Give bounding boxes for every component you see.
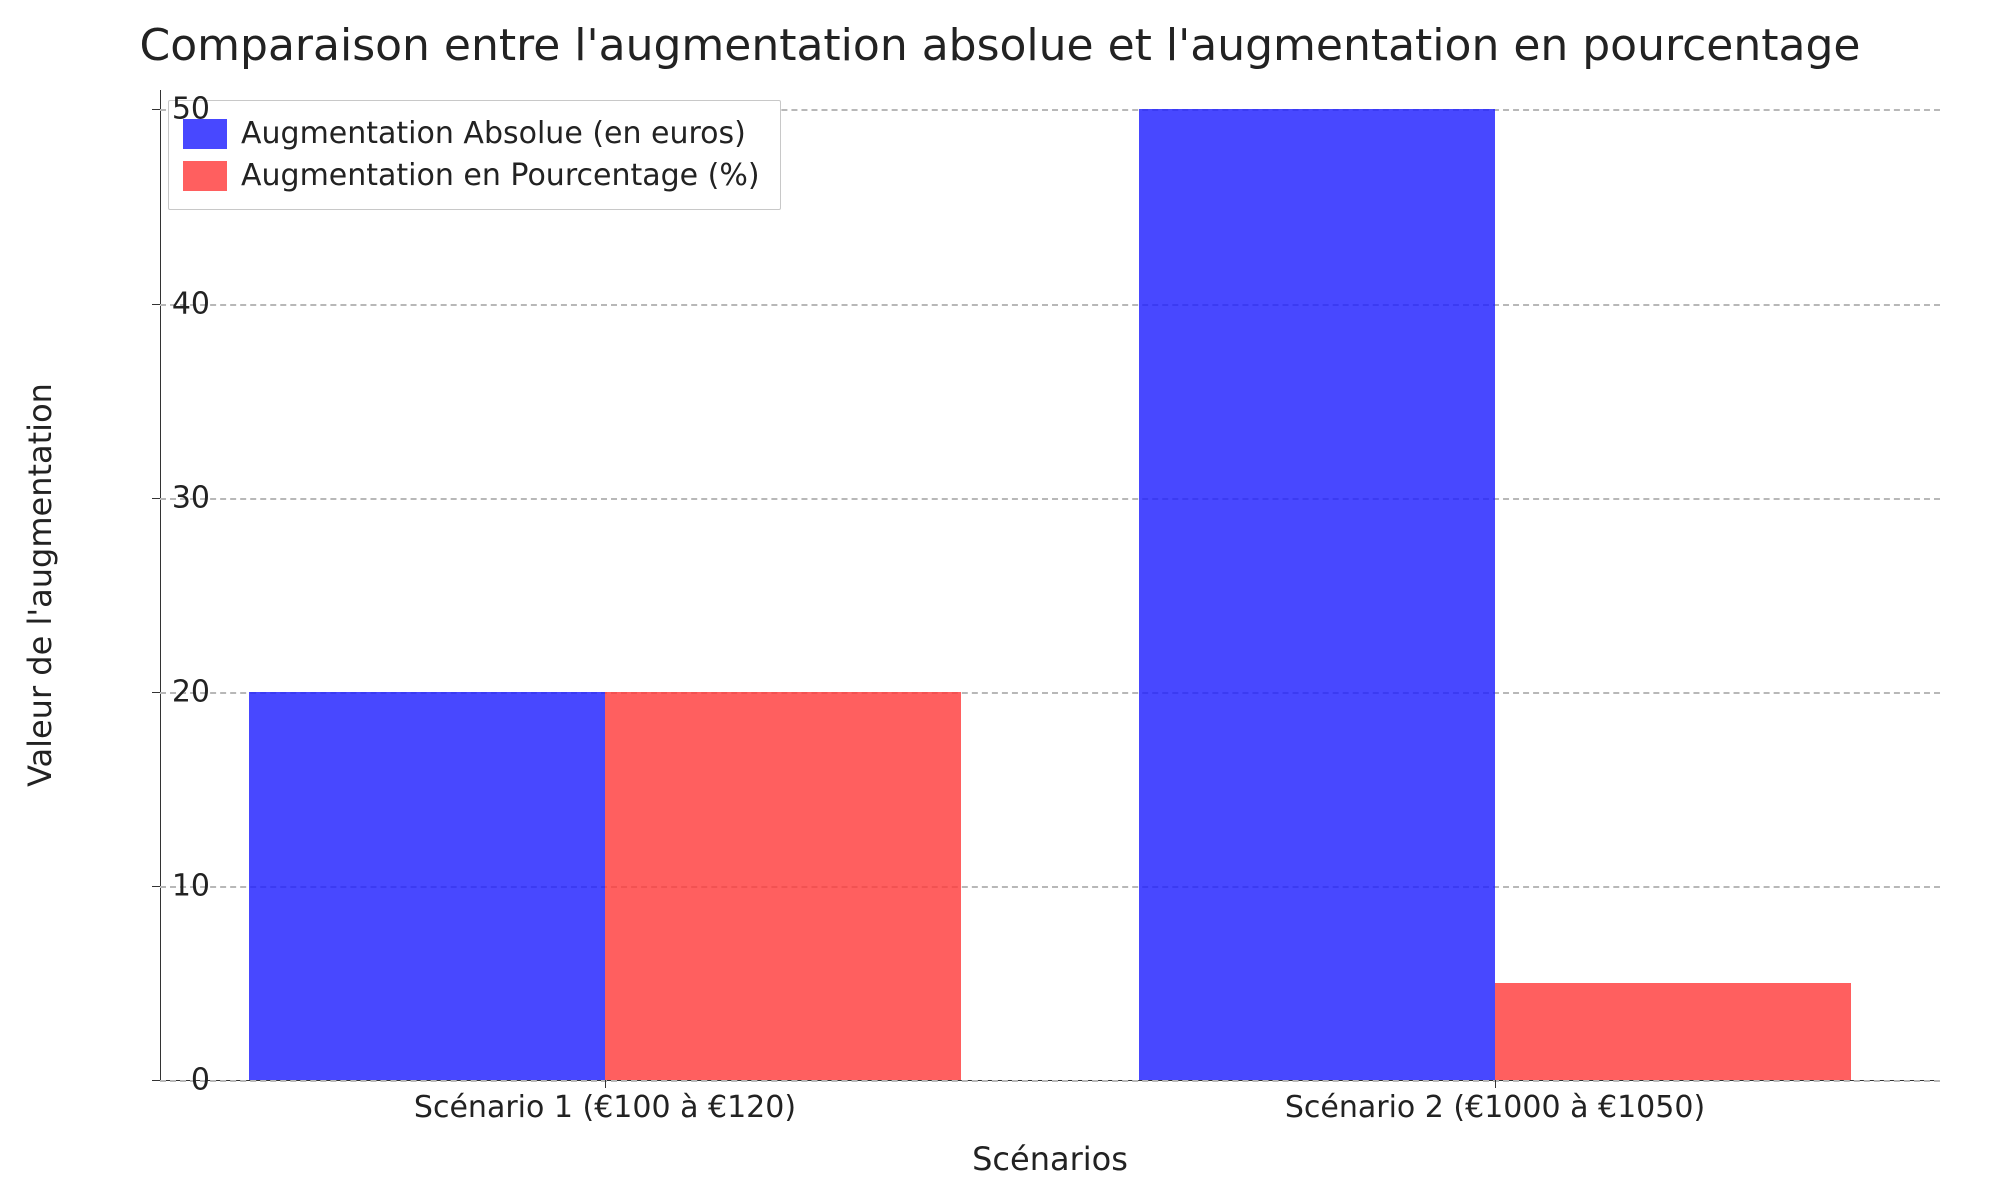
gridline xyxy=(160,498,1940,500)
legend-swatch-red-icon xyxy=(183,161,227,191)
x-tick-mark xyxy=(1495,1080,1496,1088)
x-tick-mark xyxy=(605,1080,606,1088)
y-tick-mark xyxy=(152,692,160,693)
legend-entry-absolute: Augmentation Absolue (en euros) xyxy=(183,113,760,155)
legend-entry-percentage: Augmentation en Pourcentage (%) xyxy=(183,155,760,197)
y-tick-mark xyxy=(152,886,160,887)
y-tick-mark xyxy=(152,109,160,110)
bar-red-1 xyxy=(1495,983,1851,1080)
y-tick-mark xyxy=(152,1080,160,1081)
legend-label-percentage: Augmentation en Pourcentage (%) xyxy=(241,155,760,197)
plot-area xyxy=(160,90,1940,1080)
chart-title: Comparaison entre l'augmentation absolue… xyxy=(0,20,2000,71)
legend: Augmentation Absolue (en euros) Augmenta… xyxy=(168,100,781,210)
bar-red-0 xyxy=(605,692,961,1080)
y-tick-mark xyxy=(152,498,160,499)
bar-blue-0 xyxy=(249,692,605,1080)
y-axis-label: Valeur de l'augmentation xyxy=(21,383,59,787)
x-tick-label: Scénario 2 (€1000 à €1050) xyxy=(1285,1090,1705,1125)
gridline xyxy=(160,304,1940,306)
x-axis-label: Scénarios xyxy=(972,1140,1128,1178)
bar-blue-1 xyxy=(1139,109,1495,1080)
legend-label-absolute: Augmentation Absolue (en euros) xyxy=(241,113,746,155)
gridline xyxy=(160,1080,1940,1082)
chart-figure: Comparaison entre l'augmentation absolue… xyxy=(0,0,2000,1200)
y-tick-mark xyxy=(152,304,160,305)
x-tick-label: Scénario 1 (€100 à €120) xyxy=(414,1090,796,1125)
